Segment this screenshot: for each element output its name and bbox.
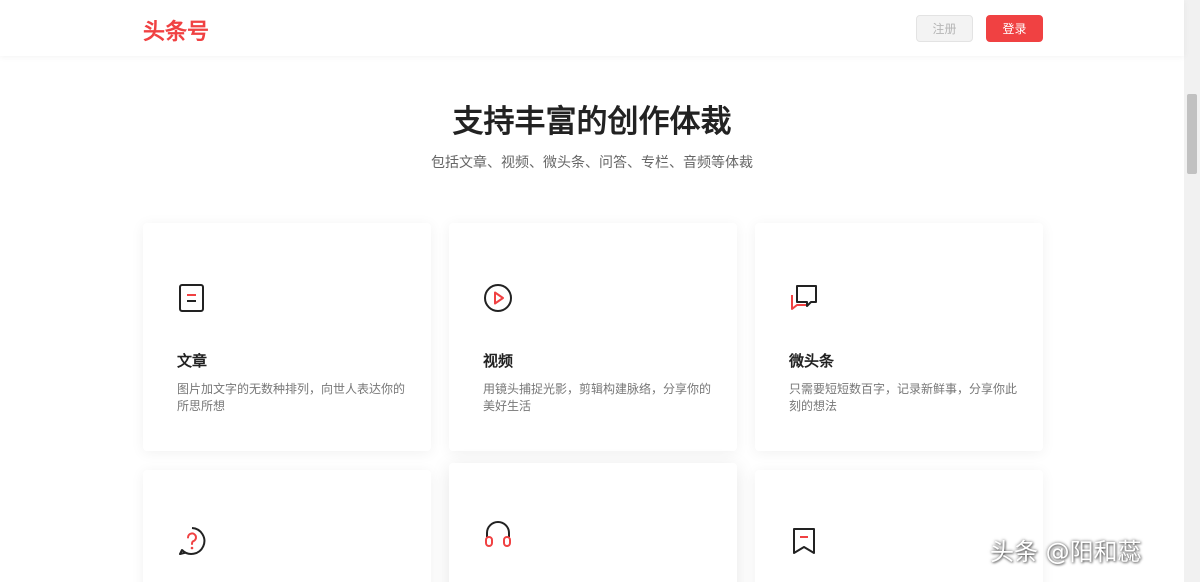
card-qa[interactable] (143, 470, 431, 582)
article-icon (179, 284, 204, 312)
register-button[interactable]: 注册 (916, 15, 973, 42)
card-description: 只需要短短数百字，记录新鲜事，分享你此刻的想法 (789, 382, 1018, 413)
card-article[interactable]: 文章 图片加文字的无数种排列，向世人表达你的所思所想 (143, 223, 431, 451)
login-button[interactable]: 登录 (986, 15, 1043, 42)
bookmark-icon (793, 528, 815, 554)
chat-bubble-icon (791, 285, 817, 310)
card-description: 图片加文字的无数种排列，向世人表达你的所思所想 (177, 382, 406, 413)
vertical-scrollbar[interactable] (1184, 0, 1200, 582)
video-play-icon (484, 284, 512, 312)
top-header: 头条号 注册 登录 (0, 0, 1184, 56)
watermark: 头条 @阳和蕊 (990, 538, 1142, 566)
question-icon (179, 527, 206, 555)
card-description: 用镜头捕捉光影，剪辑构建脉络，分享你的美好生活 (483, 382, 712, 413)
card-video[interactable]: 视频 用镜头捕捉光影，剪辑构建脉络，分享你的美好生活 (449, 223, 737, 451)
scrollbar-thumb[interactable] (1187, 94, 1197, 174)
card-micro-headline[interactable]: 微头条 只需要短短数百字，记录新鲜事，分享你此刻的想法 (755, 223, 1043, 451)
page: 头条号 注册 登录 支持丰富的创作体裁 包括文章、视频、微头条、问答、专栏、音频… (0, 0, 1200, 582)
card-title: 视频 (483, 352, 514, 370)
card-title: 文章 (177, 352, 208, 370)
card-title: 微头条 (789, 352, 835, 370)
headphones-icon (485, 521, 511, 547)
hero-subtitle: 包括文章、视频、微头条、问答、专栏、音频等体裁 (431, 155, 753, 171)
card-audio[interactable] (449, 463, 737, 582)
hero-title: 支持丰富的创作体裁 (452, 104, 732, 140)
logo[interactable]: 头条号 (143, 14, 209, 46)
